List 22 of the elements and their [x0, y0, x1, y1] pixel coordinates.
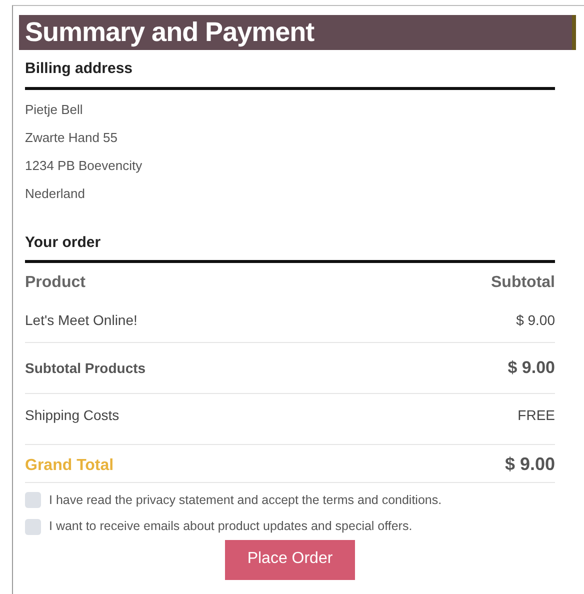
- column-header: Subtotal: [491, 273, 555, 293]
- place-order-button[interactable]: Place Order: [225, 540, 355, 580]
- checkbox-label: I want to receive emails about product updates and special offers.: [49, 518, 412, 536]
- grand-total-value: $ 9.00: [504, 452, 555, 476]
- section-heading: Your order: [25, 224, 555, 263]
- address-line: Pietje Bell: [25, 100, 84, 119]
- subtotal-value: $ 9.00: [508, 357, 555, 379]
- page-title: Summary and Payment: [19, 15, 576, 50]
- row-label: Let's Meet Online!: [25, 311, 138, 330]
- address-line: 1234 PB Boevencity: [25, 156, 144, 175]
- checkbox[interactable]: [25, 492, 41, 508]
- checkbox[interactable]: [25, 518, 41, 535]
- grand-total-label: Grand Total: [25, 456, 114, 476]
- column-header: Product: [25, 273, 86, 293]
- row-label: Shipping Costs: [25, 406, 120, 425]
- address-line: Zwarte Hand 55: [25, 128, 118, 146]
- section-heading: Billing address: [25, 50, 555, 90]
- address-line: Nederland: [25, 184, 86, 202]
- row-value: $ 9.00: [516, 311, 555, 330]
- row-value: FREE: [518, 406, 555, 424]
- checkbox-label: I have read the privacy statement and accept the terms and conditions.: [49, 492, 442, 509]
- subtotal-label: Subtotal Products: [25, 359, 146, 378]
